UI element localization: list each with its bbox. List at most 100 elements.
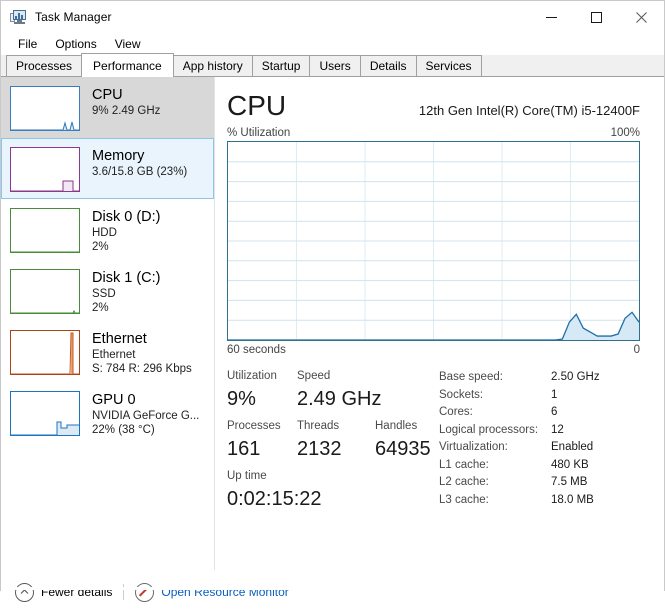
tab-services[interactable]: Services [415, 55, 482, 76]
spec-l2-cache-value: 7.5 MB [551, 476, 588, 488]
disk-0-thumbnail [10, 208, 80, 253]
tab-strip: Processes Performance App history Startu… [1, 53, 664, 77]
menu-item-options[interactable]: Options [46, 35, 105, 53]
cpu-chart-svg [228, 142, 639, 340]
spec-base-speed-value: 2.50 GHz [551, 371, 600, 383]
spec-sockets-value: 1 [551, 388, 558, 401]
stats-group-secondary: Processes Threads Handles 161 2132 64935 [227, 418, 431, 464]
memory-stat: 3.6/15.8 GB (23%) [92, 166, 188, 178]
sidebar-item-disk-0[interactable]: Disk 0 (D:) HDD 2% [1, 199, 214, 260]
graph-bottom-labels: 60 seconds 0 [215, 341, 664, 356]
close-button[interactable] [619, 1, 664, 33]
ethernet-thumbnail [10, 330, 80, 375]
window-controls [529, 1, 664, 33]
disk-0-name: Disk 0 (D:) [92, 209, 161, 225]
tab-users[interactable]: Users [309, 55, 361, 76]
spec-cores: Cores: 6 [439, 404, 640, 422]
sidebar-item-gpu-0[interactable]: GPU 0 NVIDIA GeForce G... 22% (38 °C) [1, 382, 214, 443]
performance-detail-panel: CPU 12th Gen Intel(R) Core(TM) i5-12400F… [215, 77, 664, 570]
tab-performance[interactable]: Performance [81, 53, 174, 77]
stats-left-column: Utilization Speed 9% 2.49 GHz Processes … [227, 368, 431, 518]
cpu-stat: 9% 2.49 GHz [92, 105, 161, 117]
maximize-button[interactable] [574, 1, 619, 33]
handles-label: Handles [375, 420, 418, 432]
spec-cores-value: 6 [551, 406, 558, 418]
graph-y-max: 100% [610, 127, 640, 139]
spec-l3-cache-value: 18.0 MB [551, 493, 594, 506]
page-title: CPU [227, 90, 287, 121]
speed-value: 2.49 GHz [297, 388, 382, 410]
sidebar-item-cpu[interactable]: CPU 9% 2.49 GHz [1, 77, 214, 138]
spec-l3-cache: L3 cache: 18.0 MB [439, 492, 640, 510]
disk-1-name: Disk 1 (C:) [92, 270, 161, 286]
resource-monitor-icon [135, 582, 155, 602]
spec-l1-cache: L1 cache: 480 KB [439, 457, 640, 475]
title-bar: Task Manager [1, 1, 664, 33]
stats-area: Utilization Speed 9% 2.49 GHz Processes … [215, 356, 664, 518]
cpu-thumbnail [10, 86, 80, 131]
tab-details[interactable]: Details [359, 55, 417, 76]
sidebar-item-memory[interactable]: Memory 3.6/15.8 GB (23%) [1, 138, 214, 199]
ethernet-labels: Ethernet Ethernet S: 784 R: 296 Kbps [92, 330, 192, 376]
menu-item-view[interactable]: View [106, 35, 150, 53]
gpu-0-stat: 22% (38 °C) [92, 424, 155, 436]
content-area: CPU 9% 2.49 GHz Memory 3.6/15.8 GB (23%) [1, 77, 664, 570]
gpu-0-labels: GPU 0 NVIDIA GeForce G... 22% (38 °C) [92, 391, 199, 437]
disk-1-stat: 2% [92, 302, 109, 314]
graph-x-label: 60 seconds [227, 344, 286, 356]
gpu-0-model: NVIDIA GeForce G... [92, 410, 200, 422]
status-strip [1, 587, 664, 590]
sidebar-item-disk-1[interactable]: Disk 1 (C:) SSD 2% [1, 260, 214, 321]
speed-label: Speed [297, 370, 331, 382]
spec-l3-cache-key: L3 cache: [439, 493, 489, 506]
utilization-label: Utilization [227, 370, 277, 382]
task-manager-window: Task Manager File Options View Processes… [0, 0, 665, 613]
processes-value: 161 [227, 438, 261, 460]
disk-1-type: SSD [92, 288, 116, 300]
spec-l1-cache-key: L1 cache: [439, 458, 489, 471]
open-resource-monitor-link[interactable]: Open Resource Monitor [135, 582, 289, 602]
ethernet-type: Ethernet [92, 349, 136, 361]
disk-0-type: HDD [92, 227, 117, 239]
footer-bar: Fewer details Open Resource Monitor [1, 570, 664, 613]
spec-sockets: Sockets: 1 [439, 387, 640, 405]
resource-sidebar: CPU 9% 2.49 GHz Memory 3.6/15.8 GB (23%) [1, 77, 215, 570]
spec-logical-processors: Logical processors: 12 [439, 422, 640, 440]
spec-logical-processors-value: 12 [551, 423, 564, 436]
minimize-button[interactable] [529, 1, 574, 33]
tab-app-history[interactable]: App history [172, 55, 253, 76]
window-title: Task Manager [35, 10, 112, 24]
graph-y-min: 0 [633, 344, 640, 356]
graph-top-labels: % Utilization 100% [215, 121, 664, 141]
cpu-utilization-graph[interactable] [227, 141, 640, 341]
utilization-value: 9% [227, 388, 256, 410]
spec-logical-processors-key: Logical processors: [439, 423, 539, 436]
sidebar-item-ethernet[interactable]: Ethernet Ethernet S: 784 R: 296 Kbps [1, 321, 214, 382]
spec-l2-cache: L2 cache: 7.5 MB [439, 474, 640, 492]
spec-virtualization-key: Virtualization: [439, 441, 508, 453]
spec-base-speed-key: Base speed: [439, 371, 503, 383]
spec-cores-key: Cores: [439, 406, 473, 418]
threads-value: 2132 [297, 438, 342, 460]
disk-0-labels: Disk 0 (D:) HDD 2% [92, 208, 160, 254]
disk-1-thumbnail [10, 269, 80, 314]
spec-l1-cache-value: 480 KB [551, 458, 589, 471]
graph-y-label: % Utilization [227, 127, 291, 139]
panel-header: CPU 12th Gen Intel(R) Core(TM) i5-12400F [215, 77, 664, 121]
spec-virtualization-value: Enabled [551, 441, 594, 453]
spec-virtualization: Virtualization: Enabled [439, 439, 640, 457]
tab-processes[interactable]: Processes [6, 55, 83, 76]
memory-name: Memory [92, 148, 145, 164]
spec-base-speed: Base speed: 2.50 GHz [439, 369, 640, 387]
stats-group-primary: Utilization Speed 9% 2.49 GHz [227, 368, 427, 414]
utilization-graph-wrap [227, 141, 640, 341]
tab-startup[interactable]: Startup [251, 55, 311, 76]
menu-bar: File Options View [1, 33, 664, 55]
memory-thumbnail [10, 147, 80, 192]
disk-0-stat: 2% [92, 241, 109, 253]
chevron-up-icon [15, 582, 34, 602]
task-manager-icon [10, 9, 27, 26]
spec-l2-cache-key: L2 cache: [439, 476, 489, 488]
menu-item-file[interactable]: File [9, 35, 46, 53]
fewer-details-button[interactable]: Fewer details [15, 582, 112, 602]
